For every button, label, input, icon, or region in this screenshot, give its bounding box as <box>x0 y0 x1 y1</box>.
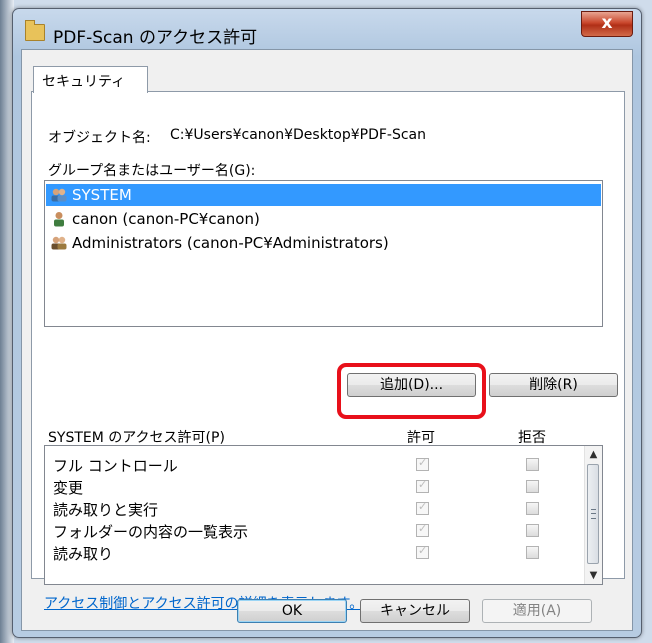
deny-checkbox[interactable] <box>526 480 539 493</box>
user-icon <box>54 212 64 227</box>
list-item[interactable]: Administrators (canon-PC¥Administrators) <box>46 232 601 254</box>
permission-name: 変更 <box>53 479 84 497</box>
permission-name: 読み取り <box>53 545 114 563</box>
list-item-label: SYSTEM <box>72 186 132 204</box>
permission-row: 読み取り <box>45 542 575 564</box>
object-name-value: C:¥Users¥canon¥Desktop¥PDF-Scan <box>170 127 427 143</box>
list-item[interactable]: SYSTEM <box>46 184 601 206</box>
window-title: PDF-Scan のアクセス許可 <box>53 28 258 48</box>
permission-name: 読み取りと実行 <box>53 501 159 519</box>
permission-row: フル コントロール <box>45 454 575 476</box>
tab-security-label: セキュリティ <box>42 74 126 90</box>
remove-button[interactable]: 削除(R) <box>489 373 618 397</box>
tab-security[interactable]: セキュリティ <box>33 66 148 93</box>
allow-checkbox[interactable] <box>416 500 429 515</box>
list-item-label: Administrators (canon-PC¥Administrators) <box>72 234 389 252</box>
group-user-list[interactable]: SYSTEM canon (canon-PC¥canon) Administra… <box>44 180 603 327</box>
permission-row: 変更 <box>45 476 575 498</box>
deny-checkbox[interactable] <box>526 546 539 559</box>
permissions-dialog: PDF-Scan のアクセス許可 x セキュリティ オブジェクト名: C:¥Us… <box>12 8 642 638</box>
scroll-down-icon[interactable]: ▼ <box>585 567 602 584</box>
permission-row: 読み取りと実行 <box>45 498 575 520</box>
permission-name: フォルダーの内容の一覧表示 <box>53 523 249 541</box>
ok-button[interactable]: OK <box>237 599 347 623</box>
object-name-label: オブジェクト名: <box>48 130 151 146</box>
permissions-scrollbar[interactable]: ▲ ▼ <box>584 446 602 584</box>
users-group-icon <box>51 188 67 202</box>
scroll-thumb[interactable] <box>587 464 599 564</box>
allow-checkbox[interactable] <box>416 522 429 537</box>
allow-checkbox[interactable] <box>416 544 429 559</box>
group-list-label: グループ名またはユーザー名(G): <box>48 163 256 179</box>
allow-column-header: 許可 <box>407 430 435 446</box>
grip-icon <box>591 509 596 519</box>
permissions-list[interactable]: フル コントロール 変更 読み取りと実行 フォルダーの内容の一覧表示 読み取り <box>44 445 603 585</box>
apply-button[interactable]: 適用(A) <box>482 599 592 623</box>
highlight-box <box>337 363 486 419</box>
folder-icon <box>25 20 45 41</box>
allow-checkbox[interactable] <box>416 456 429 471</box>
deny-column-header: 拒否 <box>518 430 546 446</box>
dialog-body: セキュリティ オブジェクト名: C:¥Users¥canon¥Desktop¥P… <box>21 49 633 631</box>
permissions-label: SYSTEM のアクセス許可(P) <box>48 430 225 446</box>
list-item[interactable]: canon (canon-PC¥canon) <box>46 208 601 230</box>
permission-name: フル コントロール <box>53 457 178 475</box>
scroll-up-icon[interactable]: ▲ <box>585 446 602 463</box>
deny-checkbox[interactable] <box>526 524 539 537</box>
users-group-icon <box>51 236 67 250</box>
close-button[interactable]: x <box>581 11 633 37</box>
cancel-button[interactable]: キャンセル <box>360 599 470 623</box>
deny-checkbox[interactable] <box>526 502 539 515</box>
permission-row: フォルダーの内容の一覧表示 <box>45 520 575 542</box>
list-item-label: canon (canon-PC¥canon) <box>72 210 260 228</box>
allow-checkbox[interactable] <box>416 478 429 493</box>
deny-checkbox[interactable] <box>526 458 539 471</box>
